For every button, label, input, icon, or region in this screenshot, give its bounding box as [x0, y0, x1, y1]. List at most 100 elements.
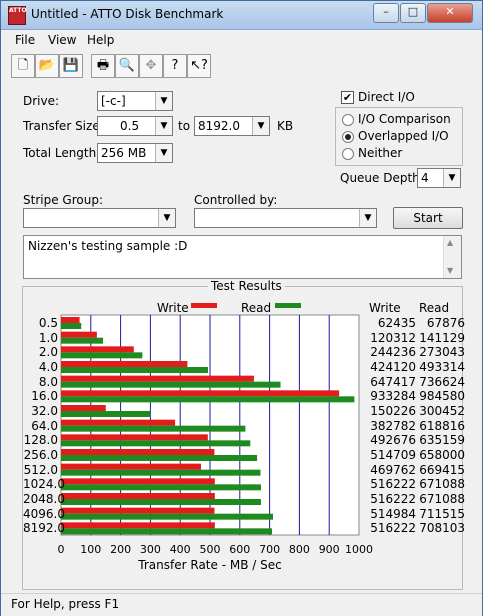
chevron-down-icon: ▼: [443, 169, 460, 187]
queue-depth-label: Queue Depth:: [340, 171, 424, 185]
direct-io-label: Direct I/O: [358, 90, 415, 104]
read-bar: [61, 411, 151, 417]
chevron-down-icon: ▼: [359, 209, 376, 227]
read-bar: [61, 425, 246, 432]
total-length-select[interactable]: 256 MB ▼: [97, 143, 173, 163]
drive-value: [-c-]: [101, 94, 126, 108]
queue-depth-select[interactable]: 4 ▼: [417, 168, 461, 188]
read-value: 708103: [419, 521, 465, 536]
overlapped-io-radio[interactable]: [342, 131, 354, 143]
start-button[interactable]: Start: [393, 207, 463, 229]
read-bar: [61, 455, 258, 461]
scroll-down-icon: ▼: [447, 266, 454, 275]
read-value: 984580: [419, 389, 465, 404]
status-bar: For Help, press F1: [1, 593, 482, 616]
read-bar: [61, 484, 261, 491]
to-label: to: [178, 119, 191, 133]
x-tick-label: 300: [140, 543, 161, 556]
transfer-size-row-label: 256.0: [23, 448, 58, 462]
transfer-size-row-label: 32.0: [31, 404, 58, 418]
x-axis-label: Transfer Rate - MB / Sec: [137, 558, 281, 572]
transfer-size-row-label: 16.0: [31, 389, 58, 404]
status-text: For Help, press F1: [11, 597, 120, 611]
queue-depth-value: 4: [421, 171, 429, 185]
drive-select[interactable]: [-c-] ▼: [97, 91, 173, 111]
read-value: 711515: [419, 506, 465, 521]
write-bar: [61, 419, 176, 426]
transfer-size-row-label: 64.0: [31, 418, 58, 433]
transfer-to-value: 8192.0: [198, 119, 240, 133]
transfer-size-row-label: 4096.0: [23, 506, 65, 521]
read-bar: [61, 381, 281, 388]
read-bar: [61, 337, 104, 344]
write-value: 244236: [370, 345, 416, 360]
menu-help[interactable]: Help: [87, 33, 114, 47]
print-preview-icon[interactable]: 🔍: [115, 54, 139, 78]
move-icon[interactable]: ✥: [139, 54, 163, 78]
scroll-up-icon: ▲: [447, 238, 454, 247]
read-bar: [61, 499, 261, 505]
transfer-size-row-label: 1024.0: [23, 477, 65, 492]
x-tick-label: 900: [319, 543, 340, 556]
write-bar: [61, 507, 215, 514]
maximize-button[interactable]: □: [400, 3, 426, 23]
write-bar: [61, 522, 215, 529]
stripe-group-select[interactable]: ▼: [23, 208, 176, 228]
transfer-size-row-label: 2.0: [38, 345, 58, 360]
read-value: 736624: [419, 374, 465, 389]
transfer-size-to-select[interactable]: 8192.0 ▼: [194, 116, 270, 136]
x-tick-label: 700: [259, 543, 280, 556]
transfer-size-row-label: 4.0: [38, 360, 58, 374]
x-tick-label: 0: [58, 543, 65, 556]
write-value: 514709: [370, 448, 416, 462]
read-bar: [61, 323, 82, 329]
write-bar: [61, 478, 215, 485]
new-file-icon[interactable]: 🗋: [11, 54, 35, 78]
write-bar: [61, 361, 188, 367]
radio-selected-dot: [345, 134, 351, 140]
save-icon[interactable]: 💾: [59, 54, 83, 78]
overlapped-io-label: Overlapped I/O: [358, 129, 449, 143]
help-icon[interactable]: ?: [163, 54, 187, 78]
write-value: 120312: [370, 330, 416, 345]
notes-text: Nizzen's testing sample :D: [28, 239, 188, 253]
read-value: 669415: [419, 462, 465, 477]
transfer-size-row-label: 2048.0: [23, 492, 65, 506]
transfer-size-label: Transfer Size:: [23, 119, 104, 133]
context-help-icon[interactable]: ↖?: [187, 54, 211, 78]
read-value: 141129: [419, 330, 465, 345]
write-value: 382782: [370, 418, 416, 433]
io-comparison-radio[interactable]: [342, 114, 354, 126]
read-value: 618816: [419, 418, 465, 433]
direct-io-checkbox[interactable]: ✔: [341, 91, 354, 104]
title-bar: ATTO Untitled - ATTO Disk Benchmark – □ …: [1, 1, 482, 30]
read-bar: [61, 352, 143, 359]
x-tick-label: 500: [200, 543, 221, 556]
read-bar: [61, 513, 274, 520]
menu-file[interactable]: File: [15, 33, 35, 47]
neither-radio[interactable]: [342, 148, 354, 160]
notes-scrollbar[interactable]: ▲ ▼: [443, 236, 461, 278]
read-value: 671088: [419, 492, 465, 506]
write-value: 424120: [370, 360, 416, 374]
write-bar: [61, 434, 208, 441]
neither-label: Neither: [358, 146, 403, 160]
write-bar: [61, 346, 134, 353]
write-bar: [61, 405, 106, 411]
chevron-down-icon: ▼: [155, 92, 172, 110]
read-value: 658000: [419, 448, 465, 462]
controlled-by-select[interactable]: ▼: [194, 208, 377, 228]
transfer-size-from-select[interactable]: 0.5 ▼: [97, 116, 173, 136]
print-icon[interactable]: 🖶: [91, 54, 115, 78]
read-bar: [61, 396, 355, 403]
open-folder-icon[interactable]: 📂: [35, 54, 59, 78]
menu-view[interactable]: View: [48, 33, 76, 47]
read-value: 67876: [426, 316, 465, 330]
close-button[interactable]: ✕: [427, 3, 473, 23]
write-bar: [61, 390, 340, 397]
x-tick-label: 100: [80, 543, 101, 556]
total-length-label: Total Length:: [23, 146, 101, 160]
notes-textarea[interactable]: Nizzen's testing sample :D ▲ ▼: [23, 235, 462, 279]
atto-app-icon: ATTO: [8, 6, 27, 25]
minimize-button[interactable]: –: [373, 3, 399, 23]
